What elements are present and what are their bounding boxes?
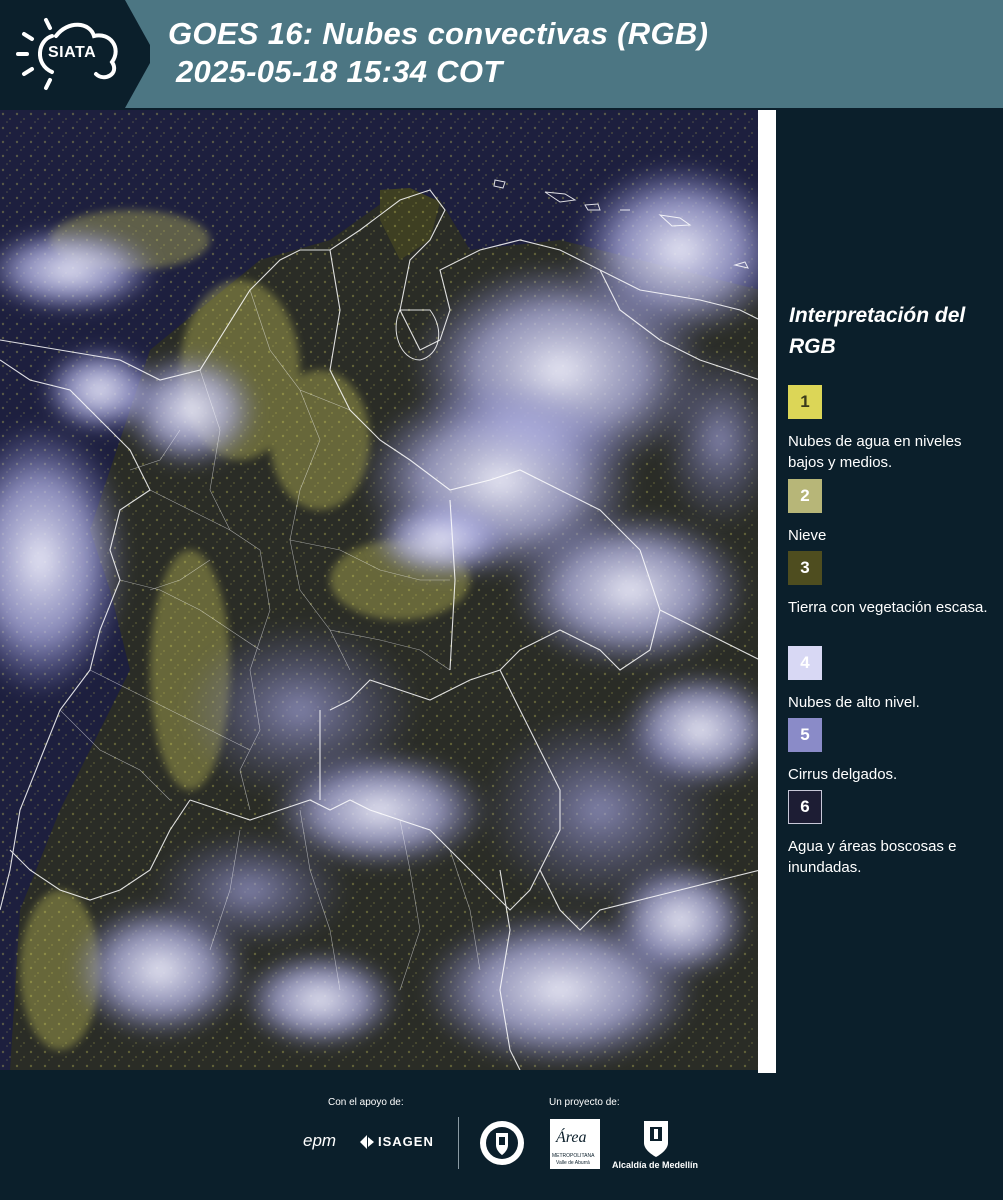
legend-swatch-5: 5 xyxy=(788,718,822,752)
legend-swatch-1: 1 xyxy=(788,385,822,419)
alcaldia-shield-icon xyxy=(644,1121,668,1157)
area-logo-subtext2: Valle de Aburrá xyxy=(556,1160,590,1166)
satellite-map[interactable] xyxy=(0,110,760,1070)
area-metropolitana-logo[interactable]: Área METROPOLITANA Valle de Aburrá xyxy=(550,1119,600,1169)
header-bar: SIATA GOES 16: Nubes convectivas (RGB) 2… xyxy=(0,0,1003,108)
area-logo-subtext: METROPOLITANA xyxy=(552,1153,595,1159)
area-logo-text: Área xyxy=(556,1129,587,1146)
footer: Con el apoyo de: Un proyecto de: epm ISA… xyxy=(0,1073,1003,1200)
footer-divider xyxy=(458,1117,459,1169)
legend-swatch-3: 3 xyxy=(788,551,822,585)
map-border xyxy=(758,110,776,1073)
legend-item-4: 4 Nubes de alto nivel. xyxy=(788,646,998,713)
legend-panel: Interpretación del RGB 1 Nubes de agua e… xyxy=(776,110,1003,1073)
alcaldia-logo-text[interactable]: Alcaldía de Medellín xyxy=(612,1160,698,1170)
legend-label-1: Nubes de agua en niveles bajos y medios. xyxy=(788,433,962,471)
legend-label-2: Nieve xyxy=(788,527,827,544)
satellite-image xyxy=(0,110,760,1070)
legend-label-5: Cirrus delgados. xyxy=(788,766,898,783)
medellin-seal-icon[interactable] xyxy=(478,1119,526,1167)
legend-label-3: Tierra con vegetación escasa. xyxy=(788,599,988,616)
legend-swatch-4: 4 xyxy=(788,646,822,680)
project-label: Un proyecto de: xyxy=(549,1097,620,1108)
legend-item-6: 6 Agua y áreas boscosas e inundadas. xyxy=(788,790,998,878)
legend-swatch-6: 6 xyxy=(788,790,822,824)
timestamp-title: 2025-05-18 15:34 COT xyxy=(176,54,503,89)
epm-logo[interactable]: epm xyxy=(303,1131,336,1151)
legend-item-2: 2 Nieve xyxy=(788,479,998,546)
legend-item-1: 1 Nubes de agua en niveles bajos y medio… xyxy=(788,385,998,473)
legend-item-3: 3 Tierra con vegetación escasa. xyxy=(788,551,998,618)
legend-label-4: Nubes de alto nivel. xyxy=(788,694,920,711)
support-label: Con el apoyo de: xyxy=(328,1097,404,1108)
legend-item-5: 5 Cirrus delgados. xyxy=(788,718,998,785)
isagen-icon xyxy=(360,1135,374,1149)
siata-logo[interactable]: SIATA xyxy=(0,0,150,108)
page-title: GOES 16: Nubes convectivas (RGB) xyxy=(168,16,709,51)
isagen-logo[interactable]: ISAGEN xyxy=(378,1134,434,1149)
legend-label-6: Agua y áreas boscosas e inundadas. xyxy=(788,838,957,876)
siata-logo-text: SIATA xyxy=(48,44,97,61)
legend-swatch-2: 2 xyxy=(788,479,822,513)
legend-title: Interpretación del RGB xyxy=(789,304,966,358)
